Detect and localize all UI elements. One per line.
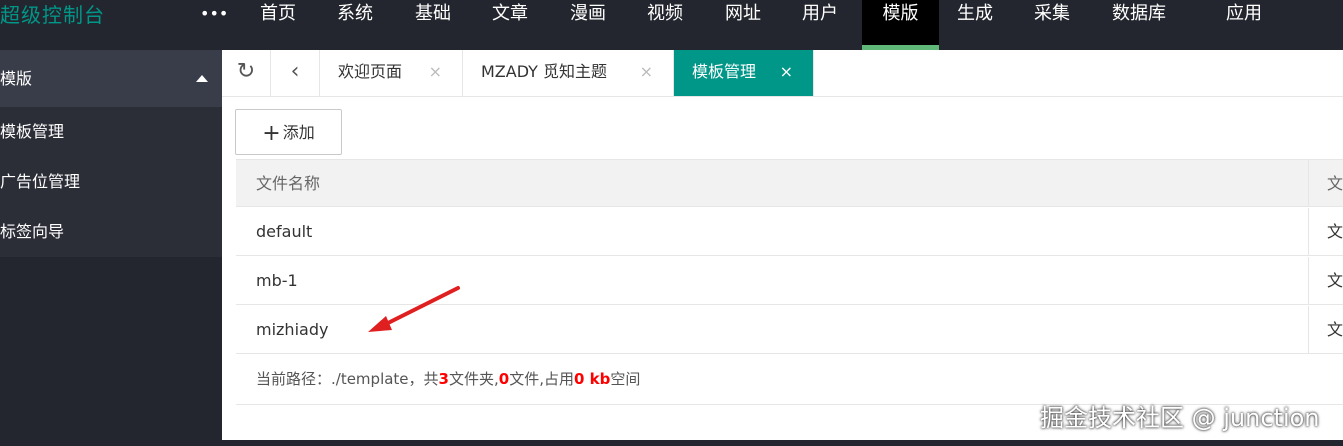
close-icon[interactable]: × — [780, 50, 793, 94]
nav-item-template[interactable]: 模版 — [862, 0, 939, 50]
tab-template-manage[interactable]: 模板管理 × — [674, 50, 814, 96]
sidebar: 模版 模板管理 广告位管理 标签向导 — [0, 50, 222, 257]
nav-item-basic[interactable]: 基础 — [405, 0, 461, 50]
add-button-label: 添加 — [282, 123, 315, 142]
nav-item-database[interactable]: 数据库 — [1102, 0, 1176, 50]
nav-item-video[interactable]: 视频 — [637, 0, 693, 50]
ellipsis-icon[interactable]: ••• — [200, 4, 228, 24]
tab-label: MZADY 觅知主题 — [481, 62, 608, 81]
plus-icon: + — [262, 121, 281, 146]
space-used: 0 kb — [573, 370, 611, 388]
close-icon[interactable]: × — [640, 50, 653, 94]
table-header: 文件名称 文 — [236, 159, 1343, 207]
sidebar-item-template-manage[interactable]: 模板管理 — [0, 107, 222, 157]
nav-item-url[interactable]: 网址 — [715, 0, 771, 50]
folder-count: 3 — [438, 370, 449, 388]
top-bar: 超级控制台 ••• 首页 系统 基础 文章 漫画 视频 网址 用户 模版 生成 … — [0, 0, 1343, 50]
header-type: 文 — [1308, 160, 1343, 207]
refresh-icon[interactable]: ↻ — [222, 50, 271, 96]
bottom-bar — [222, 440, 1343, 446]
watermark: 掘金技术社区 @ junction — [1040, 404, 1320, 432]
file-type: 文 — [1308, 208, 1343, 255]
header-file-name: 文件名称 — [256, 174, 321, 193]
file-count: 0 — [498, 370, 510, 388]
sidebar-group-label: 模版 — [0, 69, 33, 88]
nav-item-system[interactable]: 系统 — [327, 0, 383, 50]
file-name[interactable]: default — [256, 208, 312, 255]
file-name[interactable]: mizhiady — [256, 306, 328, 353]
tab-mzady-theme[interactable]: MZADY 觅知主题 × — [463, 50, 674, 96]
close-icon[interactable]: × — [429, 50, 442, 94]
path-mid1: 文件夹, — [448, 370, 499, 388]
nav-item-collect[interactable]: 采集 — [1024, 0, 1080, 50]
sidebar-item-ad-manage[interactable]: 广告位管理 — [0, 157, 222, 207]
file-type: 文 — [1308, 306, 1343, 353]
file-name[interactable]: mb-1 — [256, 257, 298, 304]
tab-label: 欢迎页面 — [338, 62, 403, 81]
caret-up-icon — [196, 75, 208, 82]
nav-item-article[interactable]: 文章 — [482, 0, 538, 50]
chevron-left-icon[interactable]: ‹ — [271, 50, 320, 96]
add-button[interactable]: + 添加 — [235, 109, 342, 155]
file-type: 文 — [1308, 257, 1343, 304]
nav-item-generate[interactable]: 生成 — [947, 0, 1003, 50]
main-panel: ↻ ‹ 欢迎页面 × MZADY 觅知主题 × 模板管理 × + 添加 文件名称 … — [222, 50, 1343, 440]
sidebar-group-template[interactable]: 模版 — [0, 50, 222, 107]
path-suffix: 空间 — [610, 370, 641, 388]
nav-item-home[interactable]: 首页 — [250, 0, 306, 50]
nav-item-user[interactable]: 用户 — [792, 0, 848, 50]
path-mid2: 文件,占用 — [509, 370, 574, 388]
sidebar-item-tag-guide[interactable]: 标签向导 — [0, 207, 222, 257]
tab-bar: ↻ ‹ 欢迎页面 × MZADY 觅知主题 × 模板管理 × — [222, 50, 1343, 97]
app-logo[interactable]: 超级控制台 — [0, 0, 105, 30]
tab-label: 模板管理 — [692, 62, 757, 81]
path-prefix: 当前路径：./template，共 — [256, 370, 439, 388]
nav-item-comic[interactable]: 漫画 — [560, 0, 616, 50]
table-row[interactable]: default 文 — [236, 208, 1343, 256]
tab-welcome[interactable]: 欢迎页面 × — [320, 50, 463, 96]
annotation-arrow-icon — [368, 286, 460, 332]
nav-item-app[interactable]: 应用 — [1216, 0, 1272, 50]
sidebar-list: 模板管理 广告位管理 标签向导 — [0, 107, 222, 257]
